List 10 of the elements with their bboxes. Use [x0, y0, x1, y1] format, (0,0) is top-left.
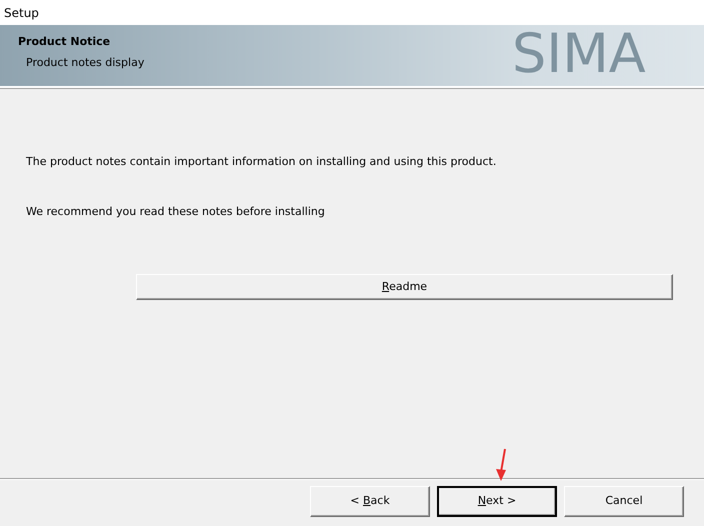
banner-watermark: SIMA [512, 27, 646, 81]
next-button[interactable]: Next > [437, 486, 557, 517]
cancel-button[interactable]: Cancel [564, 486, 684, 517]
header-subtitle: Product notes display [26, 55, 144, 71]
header-title: Product Notice [18, 34, 110, 50]
paragraph: We recommend you read these notes before installing [26, 204, 325, 220]
readme-button[interactable]: Readme [136, 274, 673, 300]
window-title: Setup [4, 4, 39, 22]
back-button[interactable]: < Back [310, 486, 430, 517]
paragraph: The product notes contain important information on installing and using this product. [26, 154, 496, 170]
